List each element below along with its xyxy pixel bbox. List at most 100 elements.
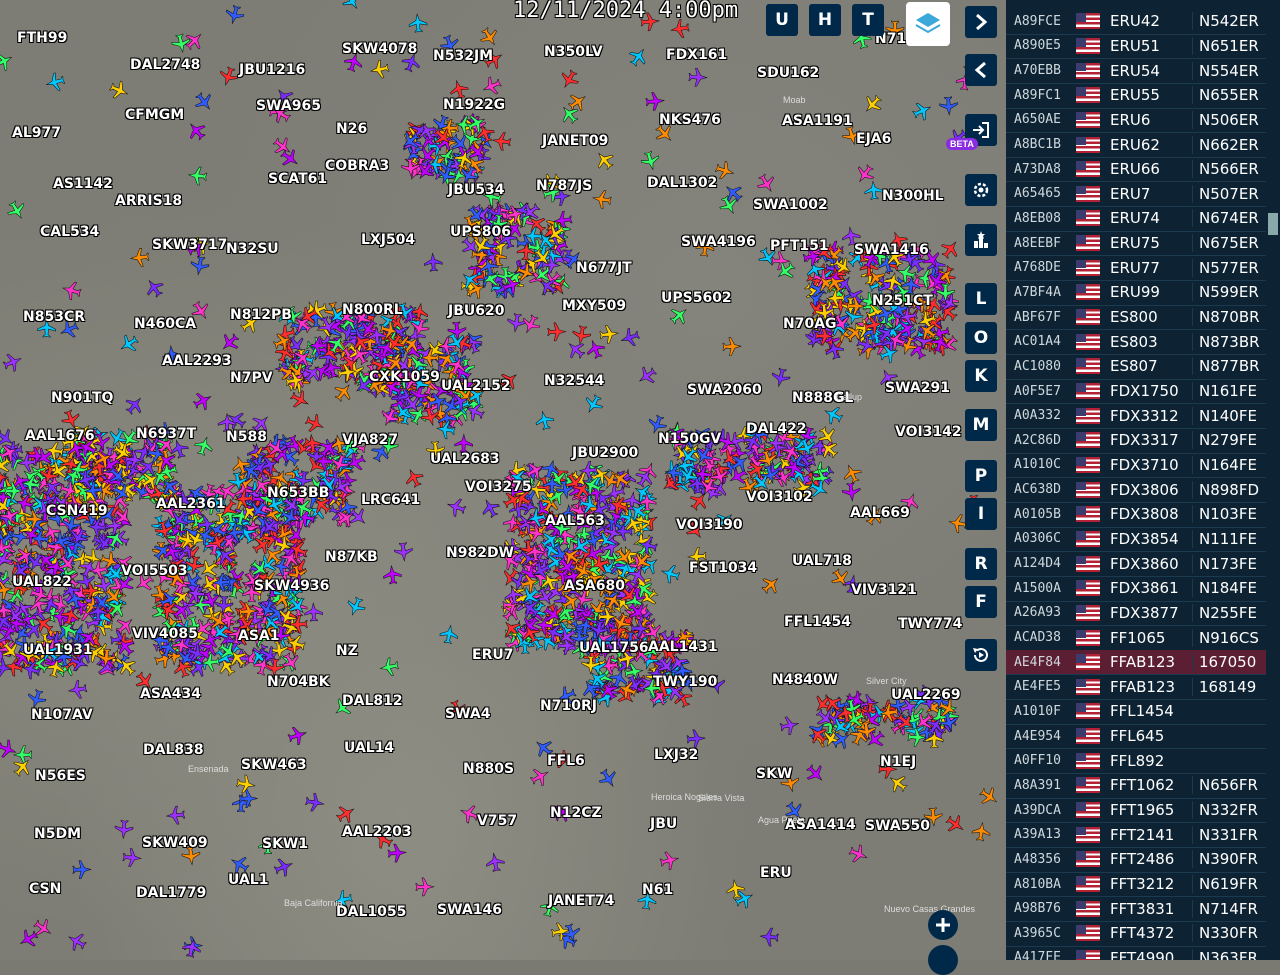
table-row[interactable]: A48356 FFT2486 N390FR (1006, 847, 1266, 873)
flight-label[interactable]: DAL812 (342, 694, 403, 708)
aircraft-icon[interactable] (184, 118, 209, 143)
aircraft-icon[interactable] (557, 67, 582, 92)
hotkey-h-button[interactable]: H (809, 4, 841, 36)
flight-label[interactable]: N61 (642, 883, 673, 897)
table-row[interactable]: A8A391 FFT1062 N656FR (1006, 773, 1266, 799)
aircraft-icon[interactable] (1, 350, 25, 374)
aircraft-icon[interactable] (339, 0, 364, 13)
flight-label[interactable]: N12CZ (550, 806, 602, 820)
aircraft-icon[interactable] (626, 44, 651, 69)
flight-label[interactable]: N251CT (872, 294, 933, 308)
table-row[interactable]: A1010F FFL1454 (1006, 699, 1266, 725)
flight-label[interactable]: N150GV (658, 432, 721, 446)
flight-label[interactable]: AAL2361 (156, 497, 226, 511)
flight-label[interactable]: V757 (477, 814, 517, 828)
flight-label[interactable]: SDU162 (757, 66, 819, 80)
flight-label[interactable]: VOI3142 (895, 425, 962, 439)
flight-label[interactable]: N32544 (544, 374, 604, 388)
flight-label[interactable]: N7PV (230, 371, 273, 385)
table-row[interactable]: A1010C FDX3710 N164FE (1006, 453, 1266, 479)
flight-label[interactable]: SWA146 (437, 903, 502, 917)
aircraft-icon[interactable] (864, 180, 884, 201)
aircraft-icon[interactable] (557, 102, 582, 127)
aircraft-icon[interactable] (847, 842, 871, 866)
flight-label[interactable]: AL977 (12, 126, 61, 140)
hotkey-f-button[interactable]: F (965, 586, 997, 618)
aircraft-icon[interactable] (828, 566, 853, 591)
aircraft-icon[interactable] (129, 248, 150, 268)
flight-label[interactable]: LRC641 (361, 493, 420, 507)
aircraft-icon[interactable] (971, 821, 991, 842)
flight-label[interactable]: SWA2060 (687, 383, 762, 397)
table-row[interactable]: A4E954 FFL645 (1006, 724, 1266, 750)
flight-label[interactable]: SKW4936 (254, 579, 329, 593)
flight-label[interactable]: LXJ32 (654, 748, 698, 762)
aircraft-icon[interactable] (64, 929, 89, 954)
flight-label[interactable]: SKW3717 (152, 238, 227, 252)
flight-label[interactable]: N812PB (230, 308, 292, 322)
aircraft-icon[interactable] (477, 25, 502, 50)
flight-label[interactable]: VOI3102 (746, 490, 813, 504)
table-row[interactable]: A810BA FFT3212 N619FR (1006, 872, 1266, 898)
flight-label[interactable]: DAL838 (143, 743, 204, 757)
aircraft-icon[interactable] (445, 496, 468, 519)
aircraft-icon[interactable] (770, 367, 792, 389)
aircraft-icon[interactable] (841, 482, 861, 502)
flight-label[interactable]: VJA827 (342, 433, 398, 447)
aircraft-icon[interactable] (331, 379, 356, 404)
flight-label[interactable]: SKW1 (262, 837, 308, 851)
aircraft-icon[interactable] (12, 745, 33, 765)
table-row[interactable]: A768DE ERU77 N577ER (1006, 256, 1266, 282)
flight-label[interactable]: MXY509 (562, 299, 626, 313)
flight-label[interactable]: JBU620 (448, 304, 504, 318)
aircraft-icon[interactable] (581, 392, 606, 417)
flight-label[interactable]: SWA1416 (854, 243, 929, 257)
aircraft-icon[interactable] (4, 198, 29, 223)
table-row[interactable]: ACAD38 FF1065 N916CS (1006, 625, 1266, 651)
flight-label[interactable]: N704BK (267, 675, 329, 689)
aircraft-icon[interactable] (939, 96, 958, 116)
flight-label[interactable]: N26 (336, 122, 367, 136)
aircraft-icon[interactable] (596, 766, 621, 791)
aircraft-icon[interactable] (454, 433, 473, 453)
table-row[interactable]: A89FCE ERU42 N542ER (1006, 9, 1266, 35)
aircraft-icon[interactable] (67, 679, 88, 700)
flight-label[interactable]: N4840W (772, 673, 838, 687)
zoom-in-button[interactable] (928, 910, 958, 940)
aircraft-icon[interactable] (480, 74, 504, 98)
flight-label[interactable]: N588 (226, 430, 267, 444)
table-row[interactable]: A0FF10 FFL892 (1006, 749, 1266, 775)
flight-label[interactable]: SCAT61 (268, 172, 327, 186)
table-row[interactable]: A0306C FDX3854 N111FE (1006, 527, 1266, 553)
aircraft-icon[interactable] (485, 852, 506, 873)
flight-label[interactable]: NKS476 (659, 113, 721, 127)
flight-label[interactable]: DAL2748 (130, 58, 200, 72)
table-row[interactable]: A70EBB ERU54 N554ER (1006, 58, 1266, 84)
table-row[interactable]: AE4FE5 FFAB123 168149 (1006, 675, 1266, 701)
table-row[interactable]: A650AE ERU6 N506ER (1006, 108, 1266, 134)
flight-label[interactable]: N350LV (544, 45, 603, 59)
aircraft-icon[interactable] (224, 4, 246, 26)
flight-label[interactable]: SKW409 (142, 836, 208, 850)
list-scrollbar[interactable] (1266, 0, 1280, 960)
flight-label[interactable]: DAL422 (746, 422, 807, 436)
flight-label[interactable]: N677JT (576, 261, 632, 275)
aircraft-icon[interactable] (334, 801, 359, 826)
flight-label[interactable]: AS1142 (53, 177, 113, 191)
flight-label[interactable]: N710RJ (540, 699, 597, 713)
aircraft-icon[interactable] (439, 624, 460, 645)
flight-label[interactable]: JBU1216 (239, 63, 305, 77)
flight-label[interactable]: N880S (463, 762, 514, 776)
flight-label[interactable]: N1922G (443, 98, 505, 112)
flight-label[interactable]: TWY190 (653, 675, 717, 689)
flight-label[interactable]: UAL718 (792, 554, 852, 568)
hotkey-u-button[interactable]: U (766, 4, 798, 36)
flight-label[interactable]: N1EJ (880, 755, 916, 769)
aircraft-icon[interactable] (803, 761, 828, 786)
aircraft-icon[interactable] (382, 564, 402, 585)
aircraft-icon[interactable] (938, 237, 963, 262)
table-row[interactable]: AC638D FDX3806 N898FD (1006, 477, 1266, 503)
flight-label[interactable]: AAL669 (850, 506, 910, 520)
table-row[interactable]: A8EEBF ERU75 N675ER (1006, 231, 1266, 257)
flight-label[interactable]: SKW (756, 767, 792, 781)
